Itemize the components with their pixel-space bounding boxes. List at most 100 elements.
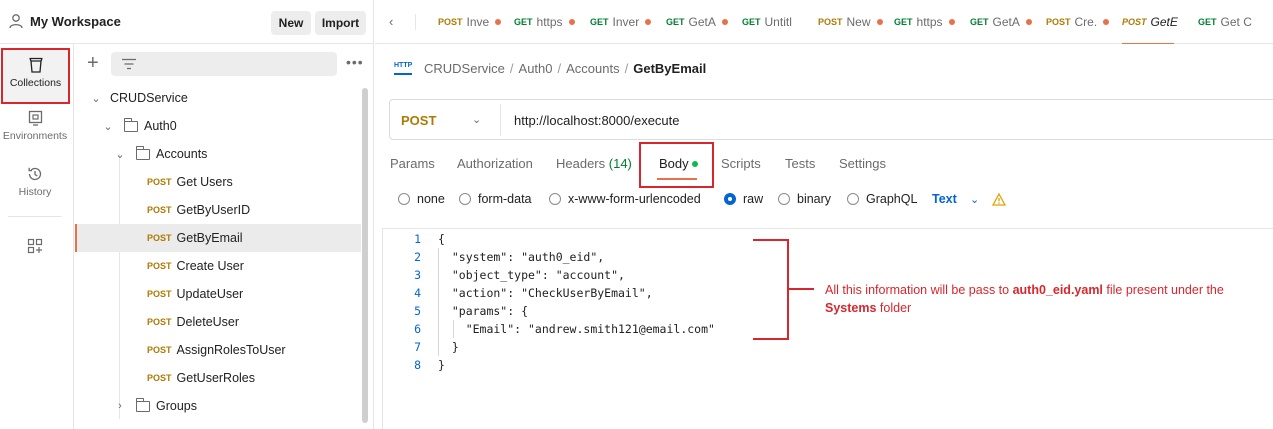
request-tab[interactable]: GET https	[894, 0, 955, 44]
folder-icon	[123, 117, 138, 132]
rail-history[interactable]: History	[0, 166, 70, 198]
tab-method: POST	[1046, 17, 1071, 27]
tab-method: POST	[818, 17, 843, 27]
tab-tests[interactable]: Tests	[785, 156, 815, 171]
rail-collections[interactable]: Collections	[1, 48, 70, 104]
tree-folder-groups[interactable]: › Groups	[75, 392, 361, 420]
radio-graphql[interactable]: GraphQL	[847, 192, 917, 206]
collections-sidebar: + ••• ⌄ CRUDService ⌄ Auth0 ⌄ Accounts P…	[75, 44, 374, 429]
radio-raw[interactable]: raw	[724, 192, 763, 206]
radio-label: form-data	[478, 192, 532, 206]
workspace-name[interactable]: My Workspace	[30, 14, 121, 29]
request-tab[interactable]: POST Inve	[438, 0, 502, 44]
tab-method: GET	[742, 17, 761, 27]
method-badge: POST	[147, 289, 172, 299]
tab-authorization[interactable]: Authorization	[457, 156, 533, 171]
tab-label: GetA	[992, 15, 1020, 29]
rail-environments[interactable]: Environments	[0, 110, 70, 142]
radio-urlencoded[interactable]: x-www-form-urlencoded	[549, 192, 701, 206]
tab-params[interactable]: Params	[390, 156, 435, 171]
request-tab[interactable]: POST Cre.	[1046, 0, 1110, 44]
tree-request[interactable]: POST Create User	[75, 252, 361, 280]
unsaved-dot-icon	[495, 19, 502, 25]
request-tab-active[interactable]: POST GetE	[1122, 0, 1178, 44]
breadcrumb: CRUDService / Auth0/Accounts / GetByEmail	[424, 61, 707, 76]
request-tab[interactable]: GET GetA	[970, 0, 1032, 44]
tree-request[interactable]: POST Get Users	[75, 168, 361, 196]
radio-none[interactable]: none	[398, 192, 445, 206]
request-tab[interactable]: GET Untitl	[742, 0, 792, 44]
tree-request[interactable]: POST UpdateUser	[75, 280, 361, 308]
radio-form-data[interactable]: form-data	[459, 192, 532, 206]
chevron-left-icon[interactable]: ‹	[389, 14, 393, 29]
note-filename: auth0_eid.yaml	[1012, 283, 1103, 297]
tree-request[interactable]: POST GetByUserID	[75, 196, 361, 224]
sidebar-scrollbar[interactable]	[362, 88, 368, 423]
chevron-down-icon[interactable]: ⌄	[472, 113, 481, 126]
breadcrumb-item[interactable]: CRUDService	[424, 61, 505, 76]
annotation-bracket	[753, 239, 789, 340]
tab-method: GET	[970, 17, 989, 27]
note-folder: Systems	[825, 301, 877, 315]
request-tab[interactable]: GET GetA	[666, 0, 728, 44]
add-collection-icon[interactable]: +	[87, 53, 99, 73]
more-options-icon[interactable]: •••	[346, 54, 364, 70]
tab-separator	[415, 14, 416, 30]
tree-label: Get Users	[176, 175, 233, 189]
tree-request-selected[interactable]: POST GetByEmail	[75, 224, 361, 252]
request-tab[interactable]: GET Inver	[590, 0, 652, 44]
tab-label: Cre.	[1074, 15, 1098, 29]
tree-request[interactable]: POST AssignRolesToUser	[75, 336, 361, 364]
tree-collection-crudservice[interactable]: ⌄ CRUDService	[75, 84, 361, 112]
rail-divider	[8, 216, 62, 217]
tab-label: GetE	[1150, 15, 1178, 29]
tab-body[interactable]: Body	[639, 142, 714, 188]
tree-request[interactable]: POST DeleteUser	[75, 308, 361, 336]
tree-folder-auth0[interactable]: ⌄ Auth0	[75, 112, 361, 140]
note-text: All this information will be pass to	[825, 283, 1013, 297]
code-line: 4 "action": "CheckUserByEmail",	[383, 284, 715, 302]
breadcrumb-item[interactable]: Auth0	[519, 61, 553, 76]
unsaved-dot-icon	[1103, 19, 1110, 25]
radio-binary[interactable]: binary	[778, 192, 831, 206]
rail-add-app[interactable]	[0, 238, 70, 258]
annotation-note: All this information will be pass to aut…	[825, 281, 1273, 317]
tree-label: GetByUserID	[176, 203, 251, 217]
chevron-down-icon[interactable]: ⌄	[970, 193, 979, 206]
history-icon	[28, 167, 42, 181]
chevron-down-icon: ⌄	[103, 120, 113, 133]
request-tab[interactable]: GET https	[514, 0, 575, 44]
tab-scripts[interactable]: Scripts	[721, 156, 761, 171]
request-tab[interactable]: POST New	[818, 0, 883, 44]
format-select[interactable]: Text	[932, 192, 957, 206]
method-select[interactable]: POST	[401, 113, 436, 128]
tree-folder-accounts[interactable]: ⌄ Accounts	[75, 140, 361, 168]
tab-headers[interactable]: Headers (14)	[556, 156, 632, 171]
request-tab[interactable]: GET Get C	[1198, 0, 1252, 44]
code-text: "object_type": "account",	[438, 268, 625, 282]
sidebar-search-input[interactable]	[111, 52, 337, 76]
warning-icon[interactable]	[992, 193, 1006, 206]
line-number: 3	[414, 268, 421, 282]
unsaved-dot-icon	[645, 19, 652, 25]
tab-settings[interactable]: Settings	[839, 156, 886, 171]
body-code-editor[interactable]: 1{ 2 "system": "auth0_eid", 3 "object_ty…	[383, 230, 715, 374]
code-line: 3 "object_type": "account",	[383, 266, 715, 284]
new-button[interactable]: New	[271, 11, 311, 35]
breadcrumb-current[interactable]: GetByEmail	[633, 61, 706, 76]
tree-label: AssignRolesToUser	[176, 343, 286, 357]
method-badge: POST	[147, 317, 172, 327]
filter-icon[interactable]	[121, 58, 137, 70]
rail-environments-label: Environments	[2, 130, 68, 142]
import-button[interactable]: Import	[315, 11, 366, 35]
url-input[interactable]: http://localhost:8000/execute	[514, 113, 680, 128]
folder-icon	[135, 397, 150, 412]
tab-label: Untitl	[764, 15, 792, 29]
tree-request[interactable]: POST GetUserRoles	[75, 364, 361, 392]
radio-label: GraphQL	[866, 192, 918, 206]
line-number: 4	[414, 286, 421, 300]
method-badge: POST	[147, 233, 172, 243]
request-tab-bar: ‹ POST Inve GET https GET Inver GET GetA…	[375, 0, 1273, 44]
breadcrumb-item[interactable]: Accounts	[566, 61, 619, 76]
chevron-down-icon: ⌄	[91, 92, 101, 105]
